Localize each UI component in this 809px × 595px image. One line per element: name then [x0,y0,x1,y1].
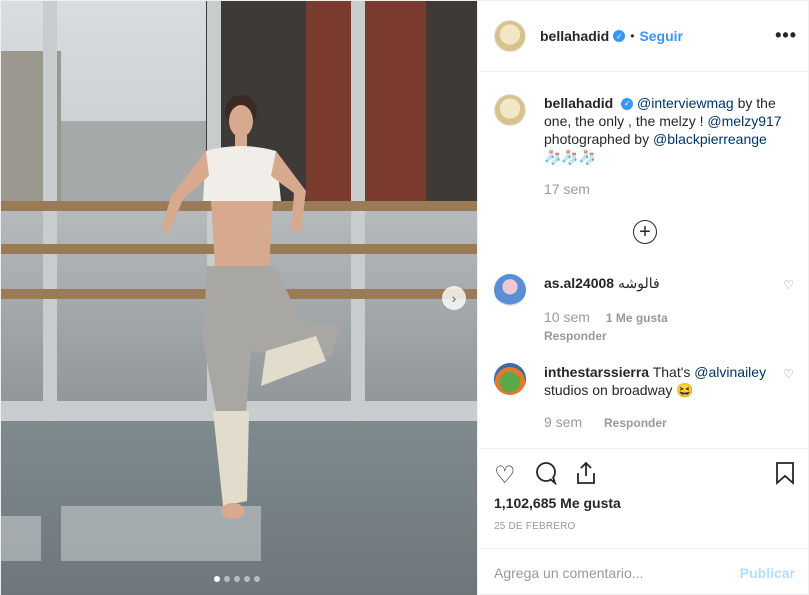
likes-count[interactable]: 1,102,685 Me gusta [494,495,621,511]
heart-icon[interactable]: ♡ [783,367,794,381]
post-window: › bellahadid ✓ • Seguir ••• bellahadid ✓… [0,0,809,595]
mention-link[interactable]: @melzy917 [707,113,781,129]
comment-item: as.al24008 فالوشه 10 sem 1 Me gusta Resp… [494,274,794,345]
comment-bubble-icon[interactable] [534,461,558,492]
comment-text: That's [652,364,695,380]
comment-body: inthestarssierra That's @alvinailey stud… [544,363,794,432]
reply-button[interactable]: Responder [604,416,667,430]
caption-text: photographed by [544,131,653,147]
follow-button[interactable]: Seguir [639,28,683,44]
like-heart-icon[interactable]: ♡ [494,461,516,490]
mention-link[interactable]: @blackpierreange [653,131,767,147]
caption-body: bellahadid ✓ @interviewmag by the one, t… [544,94,794,198]
add-comment-bar: Agrega un comentario... Publicar [478,548,809,595]
comment-meta: 10 sem 1 Me gusta [544,308,794,327]
comment-username[interactable]: inthestarssierra [544,364,649,380]
comment-emoji: 😆 [676,382,694,398]
carousel-dot [234,576,240,582]
publish-button[interactable]: Publicar [740,565,795,581]
comment-body: as.al24008 فالوشه 10 sem 1 Me gusta Resp… [544,274,794,345]
comment-username[interactable]: as.al24008 [544,275,614,291]
header-username[interactable]: bellahadid [540,28,609,44]
post-photo[interactable]: › [1,1,477,595]
post-header: bellahadid ✓ • Seguir ••• [478,1,809,72]
carousel-dot [244,576,250,582]
carousel-indicator [214,576,260,582]
verified-icon: ✓ [621,98,634,111]
mention-link[interactable]: @alvinailey [694,364,766,380]
caption-emoji: 🧦🧦🧦 [544,149,597,165]
avatar[interactable] [494,274,526,306]
bookmark-icon[interactable] [774,461,796,492]
verified-icon: ✓ [613,30,626,42]
load-more-comments-button[interactable]: + [633,220,657,244]
comment-time[interactable]: 10 sem [544,309,590,325]
comment-item: inthestarssierra That's @alvinailey stud… [494,363,794,432]
carousel-dot [214,576,220,582]
comment-input[interactable]: Agrega un comentario... [494,565,740,581]
comment-text: فالوشه [617,275,660,291]
reply-button[interactable]: Responder [544,327,794,345]
next-photo-button[interactable]: › [442,286,466,310]
caption-username[interactable]: bellahadid [544,95,613,111]
more-options-icon[interactable]: ••• [775,25,797,46]
photo-floor-light [1,516,41,561]
post-date[interactable]: 25 DE FEBRERO [494,521,576,532]
avatar[interactable] [494,94,526,126]
separator-dot: • [630,29,635,43]
comment-text: studios on broadway [544,382,677,398]
comment-likes[interactable]: 1 Me gusta [606,311,668,325]
photo-dancer [161,95,341,519]
comment-meta: 9 sem Responder [544,413,794,432]
caption: bellahadid ✓ @interviewmag by the one, t… [494,94,794,198]
avatar[interactable] [494,363,526,395]
mention-link[interactable]: @interviewmag [637,95,734,111]
carousel-dot [224,576,230,582]
comment-time[interactable]: 9 sem [544,414,582,430]
share-icon[interactable] [574,461,598,492]
post-actions: ♡ 1,102,685 Me gusta 25 DE FEBRERO [478,448,809,548]
avatar[interactable] [494,20,526,52]
carousel-dot [254,576,260,582]
photo-mullion [351,1,365,421]
comments-list: bellahadid ✓ @interviewmag by the one, t… [478,72,809,448]
chevron-right-icon: › [451,290,457,306]
post-sidebar: bellahadid ✓ • Seguir ••• bellahadid ✓ @… [477,1,809,595]
caption-time[interactable]: 17 sem [544,180,794,198]
heart-icon[interactable]: ♡ [783,278,794,292]
photo-mullion [43,1,57,421]
action-icons: ♡ [494,461,794,490]
